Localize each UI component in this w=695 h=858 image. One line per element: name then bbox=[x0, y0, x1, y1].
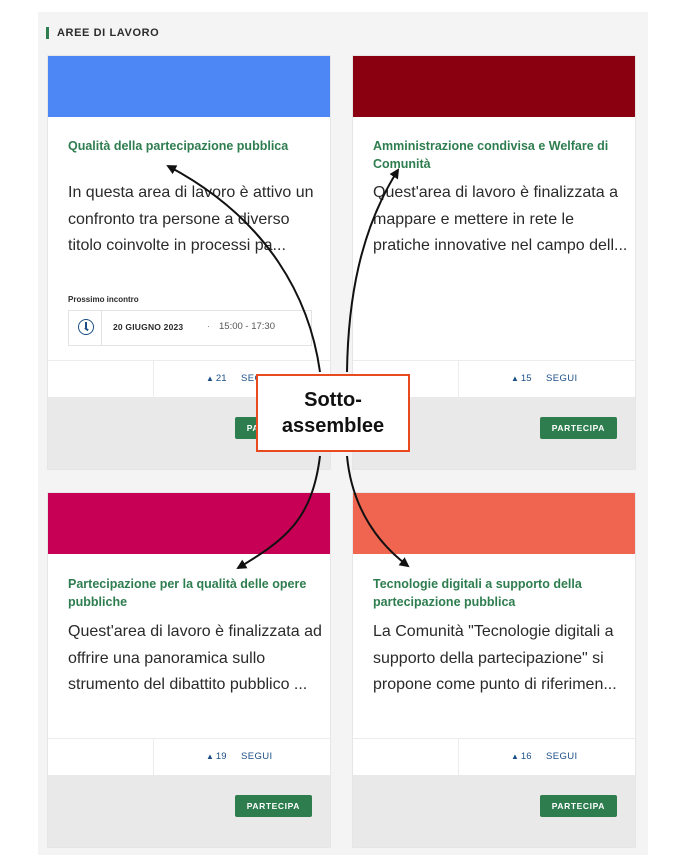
participate-button[interactable]: PARTECIPA bbox=[234, 795, 312, 817]
action-row-divider bbox=[458, 361, 459, 397]
card-description: Quest'area di lavoro è finalizzata a map… bbox=[373, 184, 628, 254]
next-meeting-box: 20 GIUGNO 2023 · 15:00 - 17:30 bbox=[68, 310, 312, 346]
follow-button[interactable]: SEGUI bbox=[546, 373, 578, 384]
card-banner bbox=[48, 493, 330, 554]
sub-assemblies-callout: Sotto- assemblee bbox=[256, 374, 410, 452]
card-title[interactable]: Amministrazione condivisa e Welfare di C… bbox=[373, 137, 623, 173]
action-row-divider bbox=[458, 739, 459, 775]
followers-value: 21 bbox=[215, 373, 227, 384]
followers-count: ▲ 16 bbox=[511, 751, 532, 762]
meeting-date: 20 GIUGNO 2023 bbox=[113, 322, 184, 332]
bell-icon: ▲ bbox=[206, 752, 214, 761]
card-description: In questa area di lavoro è attivo un con… bbox=[68, 184, 314, 254]
participate-button[interactable]: PARTECIPA bbox=[539, 795, 617, 817]
card-title[interactable]: Qualità della partecipazione pubblica bbox=[68, 137, 318, 155]
next-meeting-label: Prossimo incontro bbox=[68, 295, 139, 304]
followers-count: ▲ 15 bbox=[511, 373, 532, 384]
followers-value: 19 bbox=[215, 751, 227, 762]
callout-line-1: Sotto- bbox=[304, 389, 362, 411]
followers-value: 15 bbox=[520, 373, 532, 384]
section-title: AREE DI LAVORO bbox=[46, 27, 159, 39]
follow-button[interactable]: SEGUI bbox=[546, 751, 578, 762]
card-banner bbox=[353, 493, 635, 554]
clock-icon bbox=[78, 319, 94, 335]
card-action-row: ▲ 16 SEGUI bbox=[353, 738, 635, 775]
card-description: La Comunità "Tecnologie digitali a suppo… bbox=[373, 623, 617, 693]
followers-count: ▲ 19 bbox=[206, 751, 227, 762]
bell-icon: ▲ bbox=[511, 752, 519, 761]
card-banner bbox=[48, 56, 330, 117]
card-banner bbox=[353, 56, 635, 117]
callout-line-2: assemblee bbox=[281, 415, 385, 437]
followers-count: ▲ 21 bbox=[206, 373, 227, 384]
card-title[interactable]: Tecnologie digitali a supporto della par… bbox=[373, 575, 623, 611]
card-action-row: ▲ 19 SEGUI bbox=[48, 738, 330, 775]
bell-icon: ▲ bbox=[206, 374, 214, 383]
card-description: Quest'area di lavoro è finalizzata ad of… bbox=[68, 623, 322, 693]
work-area-card[interactable]: Partecipazione per la qualità delle oper… bbox=[48, 493, 330, 847]
card-footer: PARTECIPA bbox=[48, 775, 330, 847]
meeting-separator: · bbox=[207, 321, 210, 331]
meeting-time: 15:00 - 17:30 bbox=[219, 321, 275, 332]
action-row-divider bbox=[153, 361, 154, 397]
followers-value: 16 bbox=[520, 751, 532, 762]
bell-icon: ▲ bbox=[511, 374, 519, 383]
participate-button[interactable]: PARTECIPA bbox=[539, 417, 617, 439]
work-area-card[interactable]: Tecnologie digitali a supporto della par… bbox=[353, 493, 635, 847]
meeting-divider bbox=[101, 311, 102, 345]
card-title[interactable]: Partecipazione per la qualità delle oper… bbox=[68, 575, 318, 611]
card-footer: PARTECIPA bbox=[353, 775, 635, 847]
follow-button[interactable]: SEGUI bbox=[241, 751, 273, 762]
action-row-divider bbox=[153, 739, 154, 775]
